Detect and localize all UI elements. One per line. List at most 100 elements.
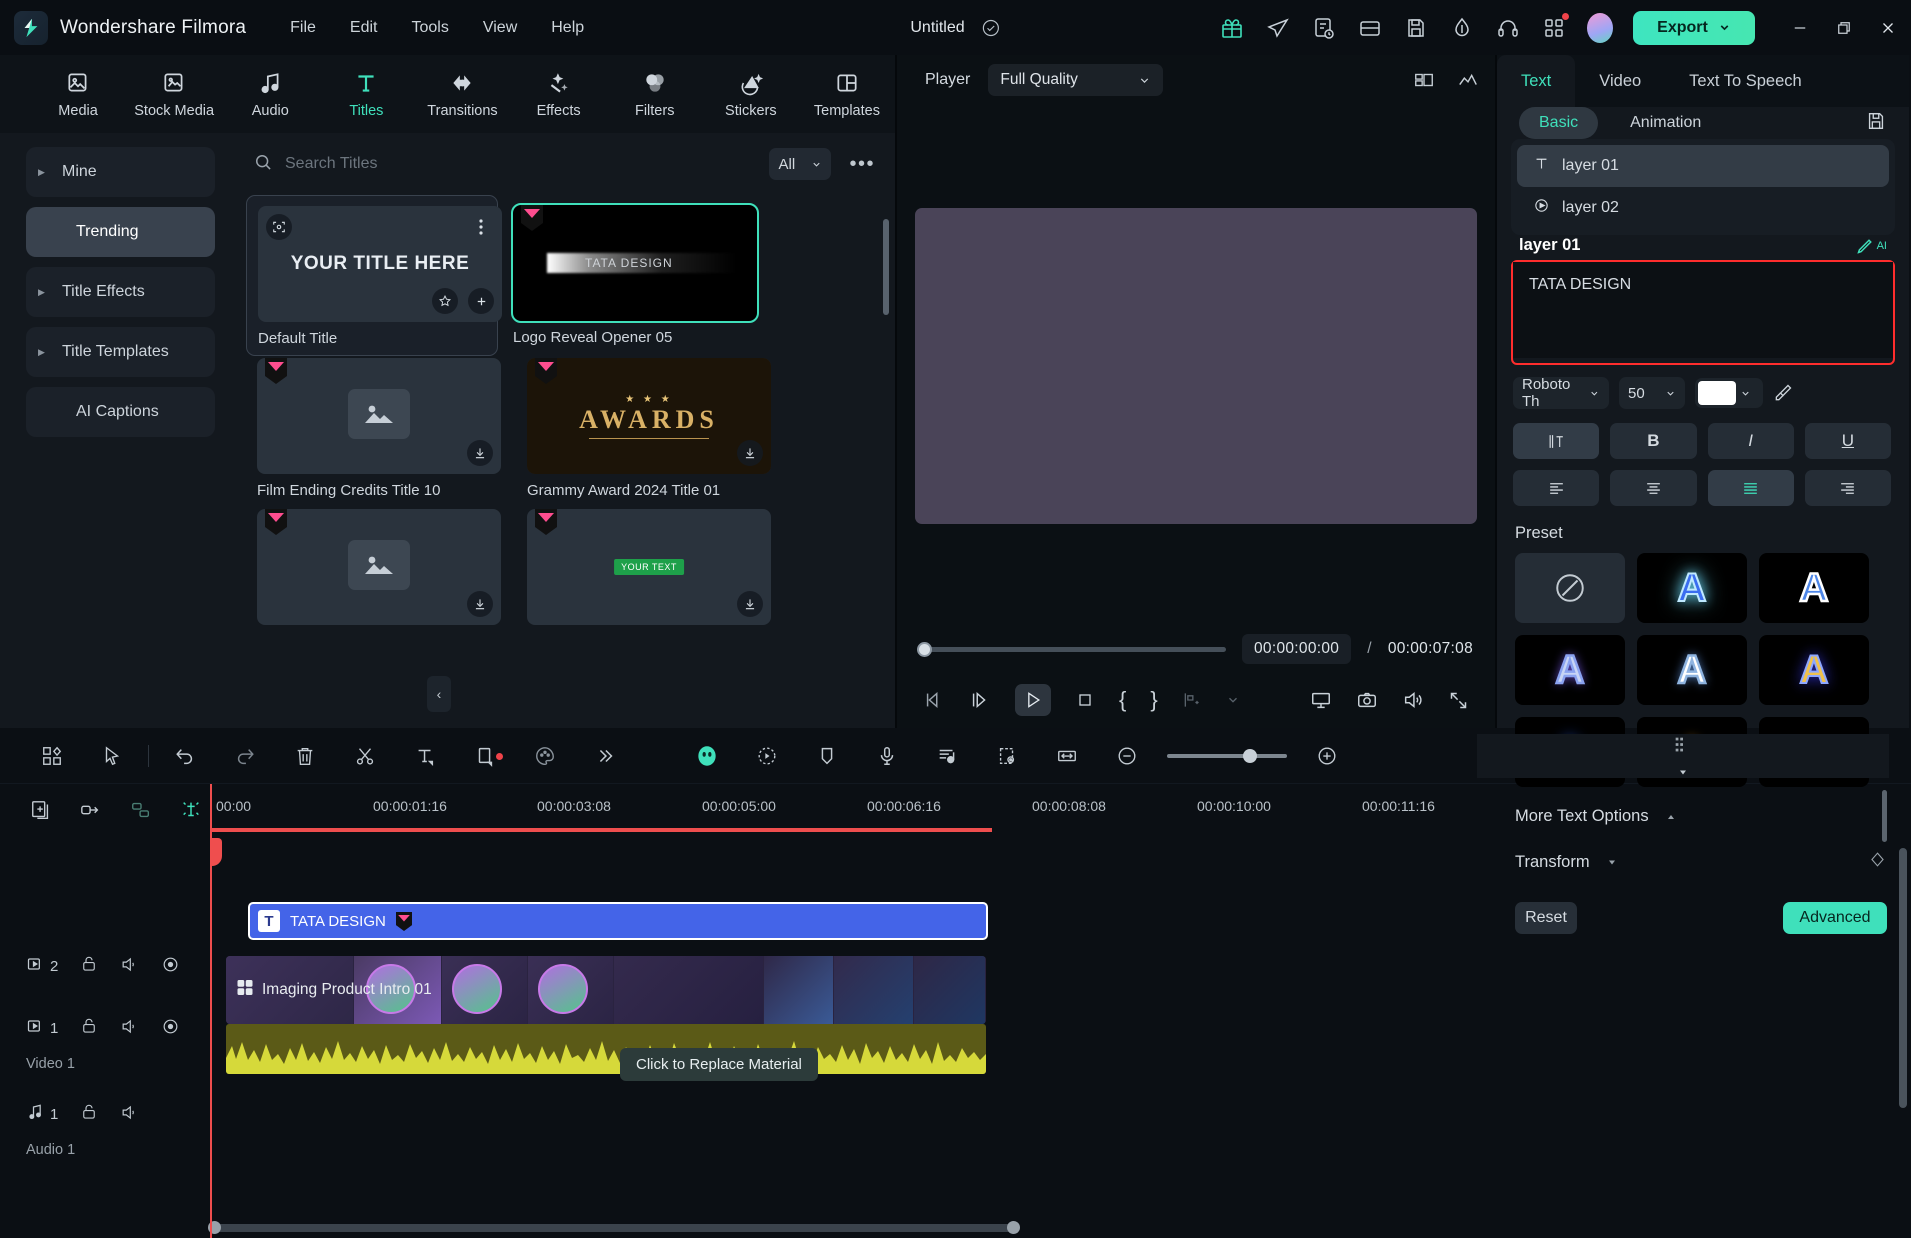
zoom-slider-knob[interactable] bbox=[1243, 748, 1257, 763]
category-stickers[interactable]: Stickers bbox=[703, 70, 799, 119]
scope-icon[interactable] bbox=[1457, 69, 1479, 91]
render-preview-icon[interactable] bbox=[977, 745, 1037, 767]
zoom-slider[interactable] bbox=[1167, 748, 1287, 763]
font-color-select[interactable] bbox=[1695, 378, 1763, 408]
category-titles[interactable]: Titles bbox=[318, 70, 414, 119]
menu-edit[interactable]: Edit bbox=[350, 19, 378, 37]
next-frame-icon[interactable] bbox=[969, 689, 991, 711]
seek-bar[interactable] bbox=[917, 641, 1227, 657]
check-circle-icon[interactable] bbox=[981, 18, 1001, 38]
quality-select[interactable]: Full Quality bbox=[988, 64, 1164, 96]
favorite-icon[interactable] bbox=[432, 288, 458, 314]
close-icon[interactable] bbox=[1879, 19, 1897, 37]
tile-grammy-award-2024-title-01[interactable]: ★ ★ ★ AWARDS Grammy Award 2024 Title 01 bbox=[527, 358, 771, 499]
category-audio[interactable]: Audio bbox=[222, 70, 318, 119]
chevron-down-icon[interactable] bbox=[1673, 766, 1693, 778]
tile-film-ending-credits-title-10[interactable]: Film Ending Credits Title 10 bbox=[257, 358, 501, 499]
drop-icon[interactable] bbox=[1449, 15, 1475, 41]
grid-view-icon[interactable] bbox=[1413, 69, 1435, 91]
tile-menu-icon[interactable] bbox=[468, 214, 494, 240]
voiceover-icon[interactable] bbox=[857, 745, 917, 767]
eye-icon[interactable] bbox=[161, 1017, 180, 1040]
category-effects[interactable]: Effects bbox=[511, 70, 607, 119]
cut-icon[interactable] bbox=[335, 745, 395, 767]
menu-tools[interactable]: Tools bbox=[412, 19, 449, 37]
track-manager-icon[interactable] bbox=[1653, 734, 1713, 756]
display-icon[interactable] bbox=[1310, 689, 1332, 711]
split-icon[interactable] bbox=[1182, 690, 1202, 710]
add-icon[interactable] bbox=[468, 288, 494, 314]
underline-icon[interactable]: U bbox=[1804, 423, 1891, 459]
notes-icon[interactable] bbox=[1311, 15, 1337, 41]
bold-icon[interactable]: B bbox=[1610, 423, 1697, 459]
save-preset-icon[interactable] bbox=[1865, 110, 1887, 137]
export-button[interactable]: Export bbox=[1633, 10, 1755, 45]
playhead[interactable] bbox=[210, 784, 222, 1238]
preset-2[interactable]: A bbox=[1759, 553, 1869, 623]
italic-icon[interactable]: I bbox=[1707, 423, 1794, 459]
beat-detect-icon[interactable] bbox=[917, 745, 977, 767]
preview-canvas[interactable] bbox=[915, 207, 1477, 524]
timeline-video-clip[interactable]: Imaging Product Intro 01 bbox=[226, 956, 986, 1024]
seek-knob[interactable] bbox=[917, 641, 932, 657]
playhead-handle[interactable] bbox=[210, 838, 222, 866]
tile-row3-right[interactable]: YOUR TEXT bbox=[527, 509, 771, 625]
sidebar-item-title-templates[interactable]: ▶ Title Templates bbox=[26, 327, 215, 377]
minimize-icon[interactable] bbox=[1791, 19, 1809, 37]
preset-5[interactable]: A bbox=[1759, 635, 1869, 705]
ai-copywriting-icon[interactable]: AI bbox=[1855, 235, 1887, 256]
tile-row3-left[interactable] bbox=[257, 509, 501, 625]
marker-icon[interactable] bbox=[797, 745, 857, 767]
send-icon[interactable] bbox=[1265, 15, 1291, 41]
tile-default-title[interactable]: YOUR TITLE HERE Default Title bbox=[246, 195, 502, 356]
timeline-ruler[interactable]: 00:00 00:00:01:16 00:00:03:08 00:00:05:0… bbox=[210, 784, 1911, 840]
headset-icon[interactable] bbox=[1495, 15, 1521, 41]
menu-help[interactable]: Help bbox=[551, 19, 584, 37]
zoom-in-icon[interactable] bbox=[1297, 745, 1357, 767]
select-tool-icon[interactable] bbox=[82, 745, 142, 767]
volume-icon[interactable] bbox=[1402, 689, 1424, 711]
library-scrollbar[interactable] bbox=[883, 219, 889, 315]
category-media[interactable]: Media bbox=[30, 70, 126, 119]
tab-video[interactable]: Video bbox=[1575, 55, 1665, 107]
preset-none[interactable] bbox=[1515, 553, 1625, 623]
align-center-icon[interactable] bbox=[1610, 470, 1697, 506]
sidebar-item-mine[interactable]: ▶ Mine bbox=[26, 147, 215, 197]
layer-item-02[interactable]: layer 02 bbox=[1517, 187, 1889, 229]
templates-icon[interactable] bbox=[22, 745, 82, 767]
mute-icon[interactable] bbox=[120, 1017, 139, 1040]
font-family-select[interactable]: Roboto Th bbox=[1513, 376, 1609, 410]
lock-icon[interactable] bbox=[80, 1017, 98, 1039]
fit-timeline-icon[interactable] bbox=[1037, 745, 1097, 767]
more-options-icon[interactable]: ••• bbox=[843, 153, 881, 176]
link-icon[interactable] bbox=[80, 799, 102, 826]
scroll-handle-right[interactable] bbox=[1007, 1221, 1020, 1234]
lock-icon[interactable] bbox=[80, 1103, 98, 1125]
menu-view[interactable]: View bbox=[483, 19, 517, 37]
delete-icon[interactable] bbox=[275, 745, 335, 767]
tab-text[interactable]: Text bbox=[1497, 55, 1576, 107]
align-right-icon[interactable] bbox=[1804, 470, 1891, 506]
motion-tracking-icon[interactable] bbox=[737, 745, 797, 767]
tab-text-to-speech[interactable]: Text To Speech bbox=[1665, 55, 1826, 107]
prev-frame-icon[interactable] bbox=[923, 689, 945, 711]
color-tool-icon[interactable] bbox=[515, 745, 575, 767]
collapse-panel-button[interactable]: ‹ bbox=[427, 676, 451, 712]
category-filters[interactable]: Filters bbox=[607, 70, 703, 119]
magnet-icon[interactable] bbox=[180, 799, 202, 826]
group-icon[interactable] bbox=[130, 799, 152, 826]
more-icon[interactable] bbox=[575, 745, 635, 767]
redo-icon[interactable] bbox=[215, 745, 275, 767]
download-icon[interactable] bbox=[467, 591, 493, 617]
sidebar-item-title-effects[interactable]: ▶ Title Effects bbox=[26, 267, 215, 317]
eyedropper-icon[interactable] bbox=[1773, 383, 1793, 403]
download-icon[interactable] bbox=[737, 591, 763, 617]
crop-tool-icon[interactable] bbox=[455, 745, 515, 767]
lock-icon[interactable] bbox=[80, 955, 98, 977]
text-tool-icon[interactable] bbox=[395, 745, 455, 767]
timeline-tracks[interactable]: 00:00 00:00:01:16 00:00:03:08 00:00:05:0… bbox=[210, 784, 1911, 1238]
ai-mask-icon[interactable] bbox=[677, 743, 737, 769]
timeline-audio-clip[interactable] bbox=[226, 1024, 986, 1074]
category-templates[interactable]: Templates bbox=[799, 70, 895, 119]
snapshot-icon[interactable] bbox=[1356, 689, 1378, 711]
